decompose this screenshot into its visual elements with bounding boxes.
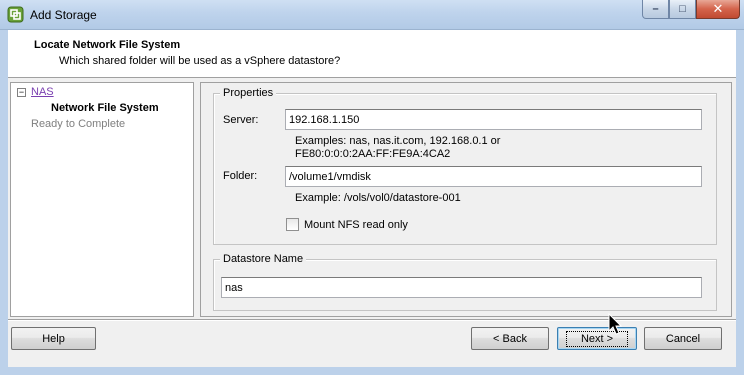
- window-frame-bottom: [0, 367, 744, 375]
- help-button-label: Help: [42, 332, 65, 345]
- help-button[interactable]: Help: [11, 327, 96, 350]
- folder-hint: Example: /vols/vol0/datastore-001: [295, 192, 461, 204]
- server-hint-line2: FE80:0:0:0:2AA:FF:FE9A:4CA2: [295, 148, 451, 160]
- folder-input[interactable]: [285, 166, 702, 187]
- dialog-client-area: Locate Network File System Which shared …: [8, 30, 736, 367]
- title-bar[interactable]: Add Storage – □ ✕: [0, 0, 744, 30]
- mouse-pointer-icon: [608, 313, 623, 335]
- minimize-icon: –: [652, 3, 659, 15]
- vsphere-app-icon: [7, 6, 24, 23]
- window-title: Add Storage: [30, 8, 97, 22]
- page-subtitle: Which shared folder will be used as a vS…: [59, 55, 341, 67]
- maximize-icon: □: [679, 3, 686, 15]
- window-controls: – □ ✕: [642, 0, 740, 20]
- datastore-name-input[interactable]: [221, 277, 702, 298]
- wizard-steps-panel: − NAS Network File System Ready to Compl…: [10, 82, 194, 317]
- minimize-button[interactable]: –: [642, 0, 669, 19]
- mount-readonly-label[interactable]: Mount NFS read only: [304, 219, 408, 231]
- mount-readonly-checkbox[interactable]: [286, 218, 299, 231]
- cancel-button[interactable]: Cancel: [644, 327, 722, 350]
- close-icon: ✕: [712, 1, 724, 16]
- step-network-file-system: Network File System: [51, 102, 159, 114]
- page-title: Locate Network File System: [34, 39, 181, 51]
- server-label: Server:: [223, 114, 259, 126]
- window-frame-right: [736, 30, 744, 375]
- close-button[interactable]: ✕: [696, 0, 740, 19]
- server-input[interactable]: [285, 109, 702, 130]
- button-bar-divider: [8, 319, 736, 321]
- back-button-label: < Back: [493, 332, 527, 345]
- cancel-button-label: Cancel: [665, 332, 701, 345]
- wizard-content-panel: Properties Server: Examples: nas, nas.it…: [200, 82, 732, 317]
- step-nas-link[interactable]: NAS: [31, 86, 54, 98]
- window-frame-left: [0, 30, 8, 375]
- collapse-icon[interactable]: −: [17, 88, 26, 97]
- properties-legend: Properties: [220, 87, 277, 99]
- wizard-header: Locate Network File System Which shared …: [8, 30, 736, 78]
- folder-label: Folder:: [223, 170, 258, 182]
- server-hint-line1: Examples: nas, nas.it.com, 192.168.0.1 o…: [295, 135, 501, 147]
- maximize-button[interactable]: □: [669, 0, 696, 19]
- datastore-name-group: Datastore Name: [213, 253, 717, 311]
- properties-group: Properties Server: Examples: nas, nas.it…: [213, 87, 717, 245]
- back-button[interactable]: < Back: [471, 327, 549, 350]
- step-ready-to-complete: Ready to Complete: [31, 118, 126, 130]
- datastore-name-legend: Datastore Name: [220, 253, 307, 265]
